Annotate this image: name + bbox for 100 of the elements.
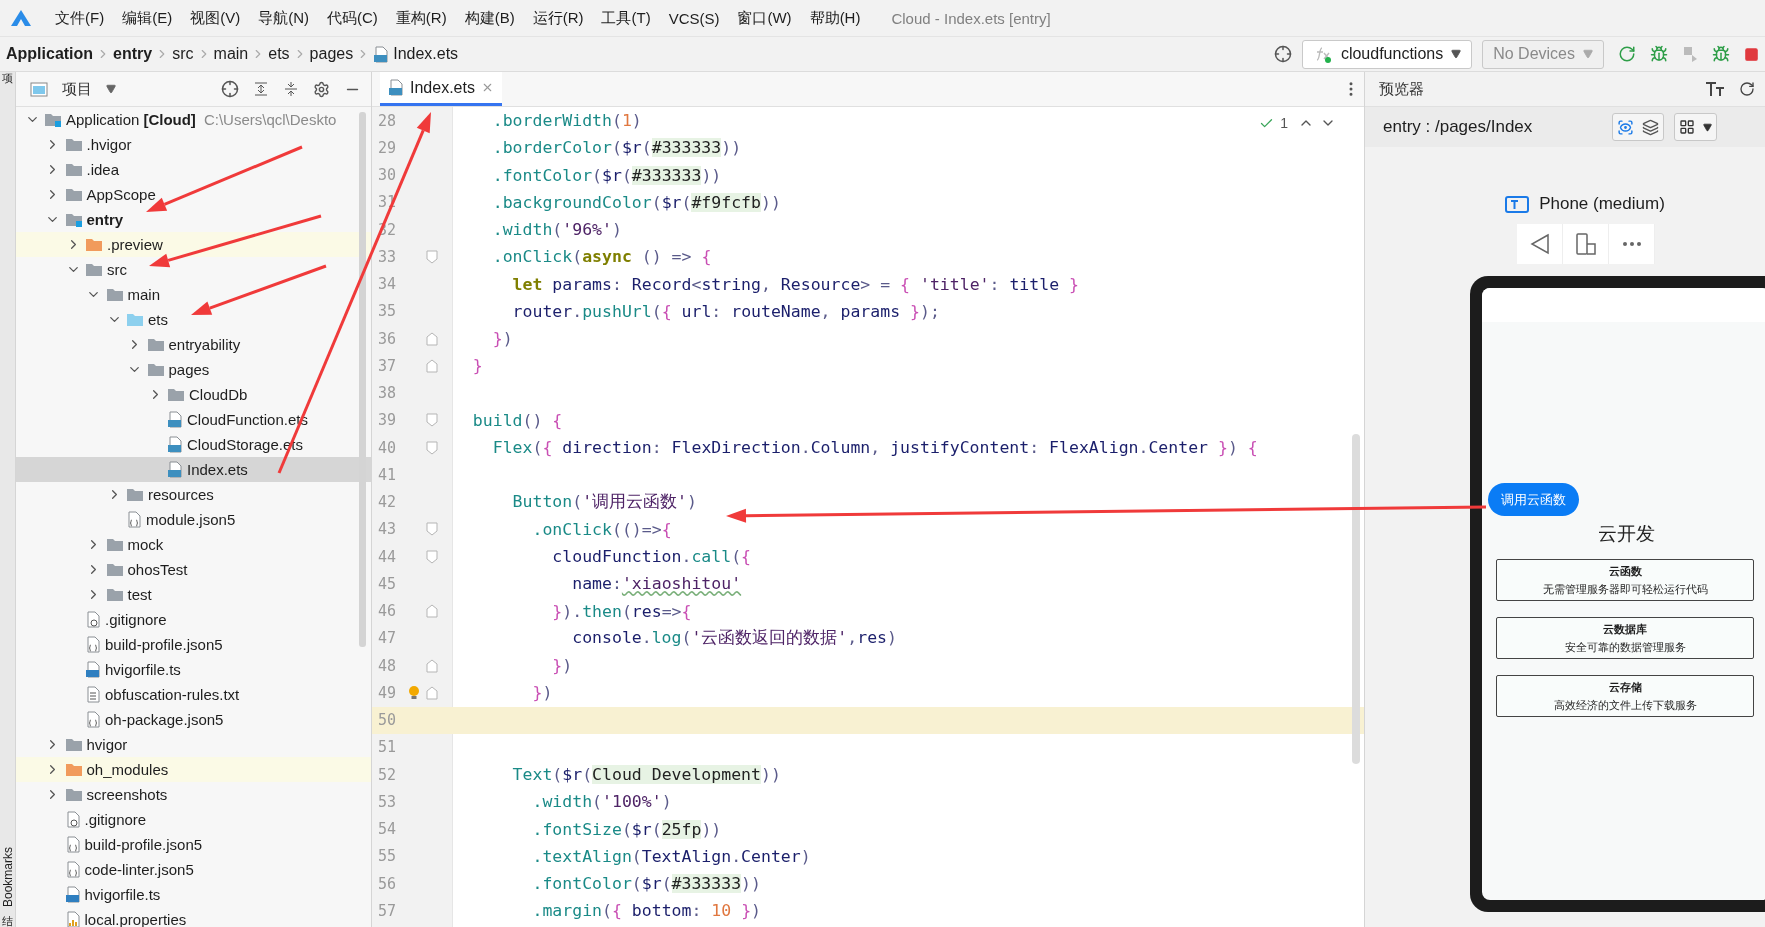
tree-item[interactable]: screenshots [16,782,371,807]
tree-item[interactable]: entryability [16,332,371,357]
menu-item[interactable]: 视图(V) [181,8,250,28]
fold-marker-icon[interactable] [426,658,438,673]
breadcrumb[interactable]: main [213,45,249,63]
fold-marker-icon[interactable] [426,604,438,619]
tree-item[interactable]: .hvigor [16,132,371,157]
tool-window-label[interactable]: Bookmarks [0,846,15,907]
refresh-icon[interactable] [1739,81,1755,97]
menu-item[interactable]: 编辑(E) [113,8,182,28]
tree-item[interactable]: oh_modules [16,757,371,782]
tree-item[interactable]: hvigorfile.ts [16,882,371,907]
tree-item[interactable]: Application [Cloud] C:\Users\qcl\Deskto [16,107,371,132]
fold-marker-icon[interactable] [426,331,438,346]
file-icon [64,811,81,828]
tree-item[interactable]: .preview [16,232,371,257]
expand-all-icon[interactable] [253,81,269,97]
fold-marker-icon[interactable] [426,549,438,564]
call-function-button[interactable]: 调用云函数 [1488,483,1579,516]
tree-item[interactable]: main [16,282,371,307]
tree-item[interactable]: pages [16,357,371,382]
menu-item[interactable]: 重构(R) [386,8,456,28]
breadcrumb[interactable]: ets [268,45,290,63]
tree-item[interactable]: oh-package.json5 [16,707,371,732]
scrollbar[interactable] [359,112,366,647]
code-line: .fontColor($r(#333333)) [531,874,761,894]
fold-marker-icon[interactable] [426,358,438,373]
menu-item[interactable]: 帮助(H) [800,8,870,28]
tree-item[interactable]: AppScope [16,182,371,207]
menu-item[interactable]: 代码(C) [318,8,387,28]
tree-item[interactable]: .gitignore [16,807,371,832]
tree-item[interactable]: ets [16,307,371,332]
breadcrumb[interactable]: Index.ets [373,45,459,63]
feature-card[interactable]: 云数据库 安全可靠的数据管理服务 [1496,617,1754,659]
tree-item[interactable]: obfuscation-rules.txt [16,682,371,707]
tree-item[interactable]: entry [16,207,371,232]
breadcrumb[interactable]: pages [309,45,354,63]
layers-icon[interactable] [1642,118,1660,136]
fold-marker-icon[interactable] [426,249,438,264]
collapse-all-icon[interactable] [283,81,299,97]
fold-marker-icon[interactable] [426,685,438,700]
panel-title: 预览器 [1379,79,1424,99]
scrollbar[interactable] [1352,434,1360,764]
menu-item[interactable]: 窗口(W) [728,8,801,28]
tree-item[interactable]: CloudDb [16,382,371,407]
tree-item[interactable]: .idea [16,157,371,182]
run-config-dropdown[interactable]: cloudfunctions [1301,39,1473,69]
locate-icon[interactable] [221,80,239,98]
tree-item[interactable]: hvigor [16,732,371,757]
menu-item[interactable]: 运行(R) [523,8,593,28]
tree-item[interactable]: build-profile.json5 [16,832,371,857]
menu-item[interactable]: 导航(N) [249,8,318,28]
breadcrumb[interactable]: Application [6,45,94,63]
tool-window-label[interactable]: 项 [2,72,13,85]
folder-icon [64,212,83,227]
feature-card[interactable]: 云存储 高效经济的文件上传下载服务 [1496,675,1754,717]
inspect-icon[interactable] [1617,118,1635,136]
layout-dropdown[interactable] [1674,113,1718,141]
tree-item[interactable]: .gitignore [16,607,371,632]
caret-icon[interactable] [106,84,116,94]
menu-item[interactable]: VCS(S) [659,9,729,27]
panel-title[interactable]: 项目 [62,79,92,99]
tool-window-label[interactable]: 结 [2,914,13,927]
tree-item[interactable]: mock [16,532,371,557]
line-number: 49 [378,683,398,702]
menu-item[interactable]: 工具(T) [592,8,660,28]
attach-debugger-icon[interactable] [1712,45,1730,63]
fold-marker-icon[interactable] [426,522,438,537]
tree-item[interactable]: Index.ets [16,457,371,482]
debug-icon[interactable] [1650,45,1668,63]
tree-item[interactable]: resources [16,482,371,507]
breadcrumb[interactable]: entry [113,45,153,63]
folder-icon [85,237,103,252]
menu-item[interactable]: 文件(F) [46,8,114,28]
tree-item[interactable]: module.json5 [16,507,371,532]
tree-item[interactable]: test [16,582,371,607]
editor-tab[interactable]: Index.ets [380,72,502,106]
code-line: }).then(res=>{ [551,601,692,621]
rotate-icon [1573,232,1598,256]
tree-item[interactable]: hvigorfile.ts [16,657,371,682]
rerun-icon[interactable] [1618,45,1636,63]
stop-icon[interactable] [1744,46,1759,62]
card-subtitle: 无需管理服务器即可轻松运行代码 [1542,581,1708,597]
feature-card[interactable]: 云函数 无需管理服务器即可轻松运行代码 [1496,559,1754,601]
tree-item[interactable]: code-linter.json5 [16,857,371,882]
breadcrumb[interactable]: src [172,45,194,63]
device-name: Phone (medium) [1539,194,1665,214]
lightbulb-icon[interactable] [408,684,420,701]
tree-item[interactable]: src [16,257,371,282]
menu-item[interactable]: 构建(B) [455,8,524,28]
fold-marker-icon[interactable] [426,440,438,455]
tree-item[interactable]: ohosTest [16,557,371,582]
problems-indicator[interactable]: 1 [1259,115,1336,131]
item-label: .gitignore [105,611,167,628]
font-size-icon[interactable] [1705,81,1725,97]
code-line: .onClick(async () => { [491,247,712,267]
fold-marker-icon[interactable] [426,413,438,428]
locate-icon[interactable] [1273,45,1292,63]
tree-item[interactable]: build-profile.json5 [16,632,371,657]
settings-icon[interactable] [313,80,330,98]
